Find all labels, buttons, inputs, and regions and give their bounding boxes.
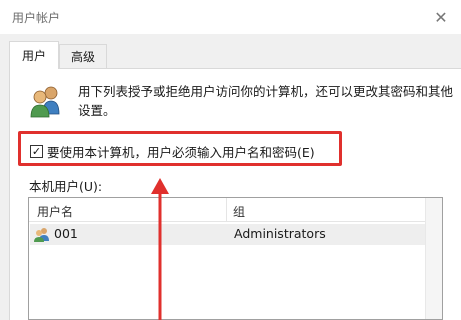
tab-users-label: 用户 [21, 49, 46, 63]
scrollbar[interactable] [425, 198, 442, 319]
users-list[interactable]: 用户名 组 001 Administrators [28, 197, 443, 320]
local-users-label: 本机用户(U): [29, 179, 103, 194]
table-row[interactable]: 001 Administrators [30, 224, 427, 245]
column-header-username[interactable]: 用户名 [37, 203, 73, 220]
tab-advanced-label: 高级 [70, 50, 95, 64]
cell-username: 001 [54, 226, 78, 241]
list-header: 用户名 组 [29, 198, 442, 222]
tab-users[interactable]: 用户 [9, 41, 59, 69]
column-divider[interactable] [226, 198, 227, 222]
arrow-annotation [151, 178, 169, 320]
users-icon [30, 86, 60, 118]
title-bar: 用户帐户 ✕ [0, 0, 461, 34]
cell-group: Administrators [234, 226, 326, 241]
column-header-group[interactable]: 组 [233, 203, 245, 220]
highlight-annotation [18, 131, 342, 166]
close-icon: ✕ [434, 7, 448, 27]
tab-advanced[interactable]: 高级 [59, 44, 107, 68]
window-title: 用户帐户 [12, 11, 61, 25]
description-text: 用下列表授予或拒绝用户访问你的计算机，还可以更改其密码和其他设置。 [78, 84, 454, 118]
close-button[interactable]: ✕ [421, 0, 461, 34]
user-account-icon [34, 228, 49, 242]
